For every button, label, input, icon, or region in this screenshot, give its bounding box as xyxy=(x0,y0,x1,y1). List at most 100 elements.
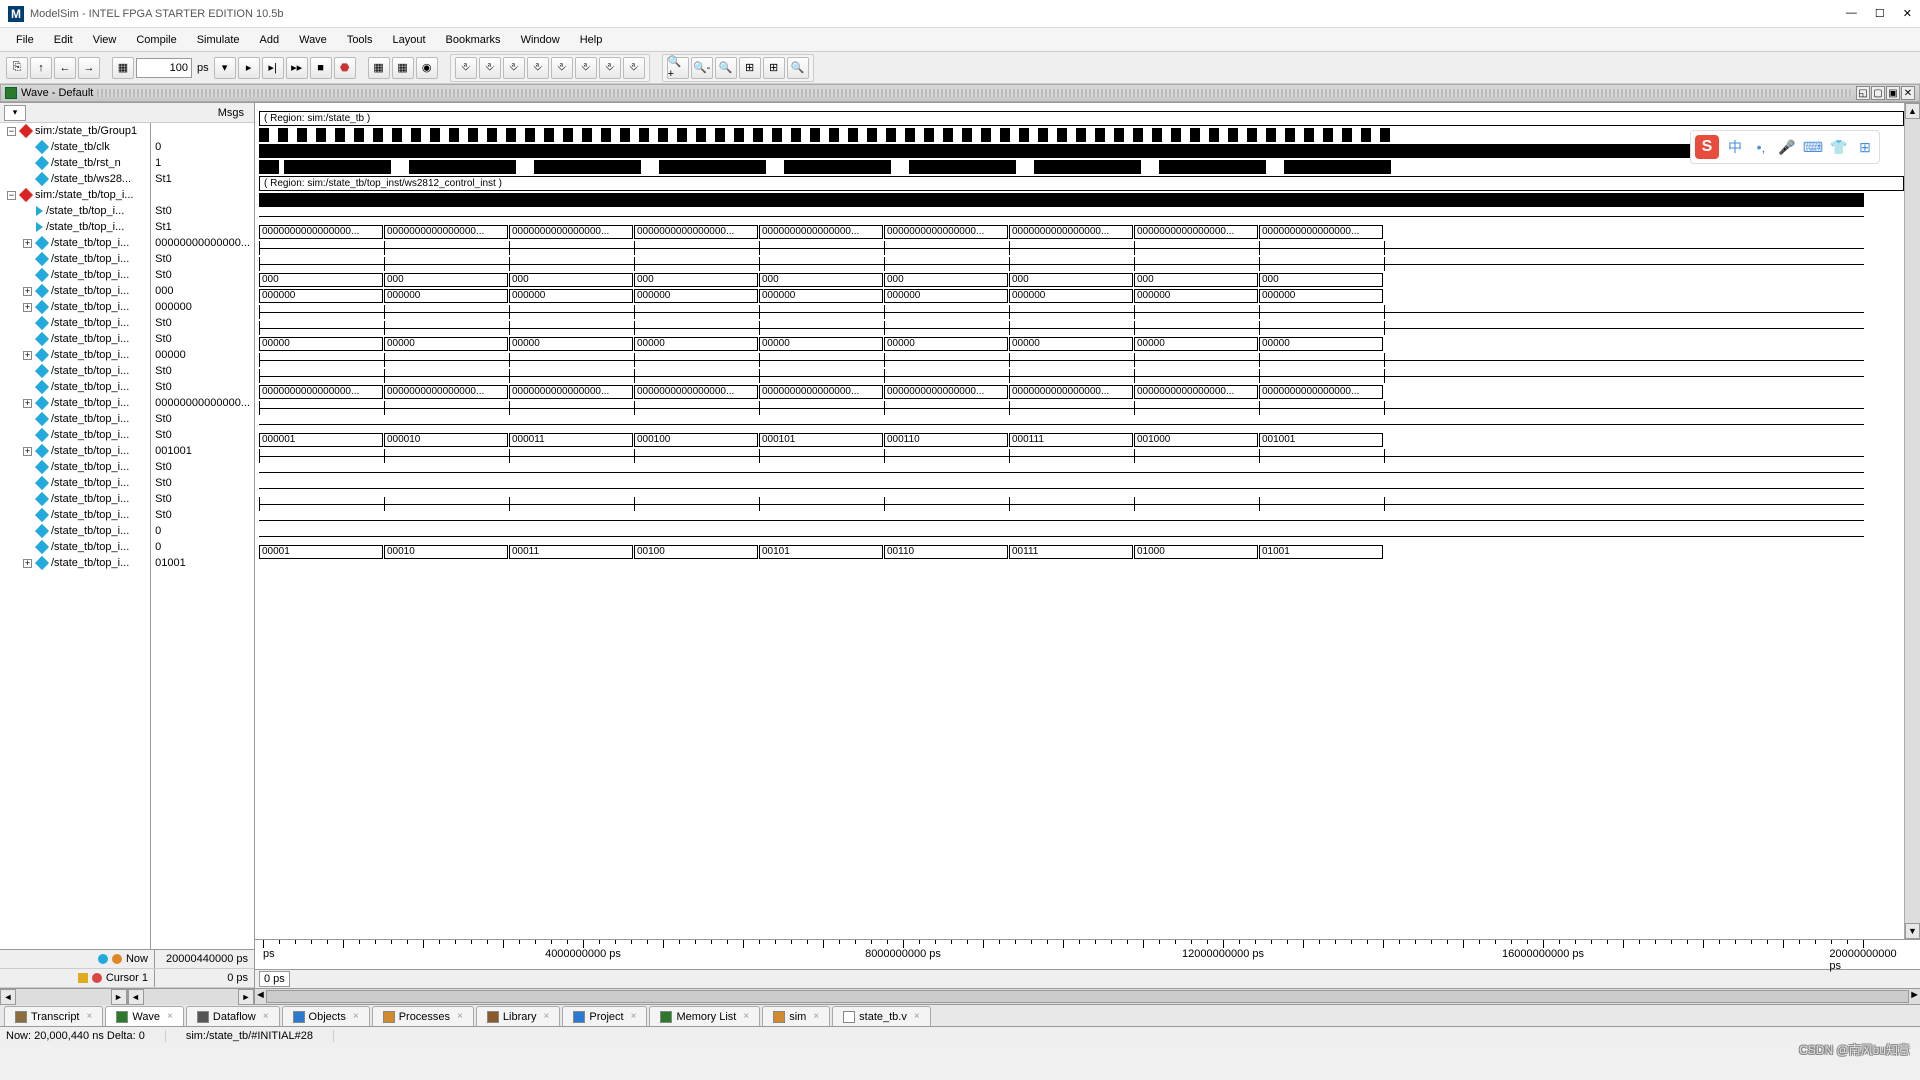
signal-row[interactable]: /state_tb/top_i... xyxy=(0,331,150,347)
toolbar-btn[interactable]: ▦ xyxy=(392,57,414,79)
vertical-scrollbar[interactable]: ▲▼ xyxy=(1904,103,1920,939)
run-all-button[interactable]: ▸▸ xyxy=(286,57,308,79)
toolbar-btn[interactable]: ⎘ xyxy=(6,57,28,79)
signal-row[interactable]: /state_tb/top_i... xyxy=(0,459,150,475)
menu-tools[interactable]: Tools xyxy=(337,31,383,49)
zoom-in-icon[interactable]: 🔍+ xyxy=(667,57,689,79)
tab-sim[interactable]: sim× xyxy=(762,1006,830,1026)
zoom-btn[interactable]: ⊞ xyxy=(739,57,761,79)
signal-dropdown[interactable]: ▾ xyxy=(4,105,26,121)
signal-row[interactable]: +/state_tb/top_i... xyxy=(0,283,150,299)
nav-back-button[interactable]: ← xyxy=(54,57,76,79)
tab-close-icon[interactable]: × xyxy=(631,1011,637,1022)
zoom-full-icon[interactable]: 🔍 xyxy=(715,57,737,79)
tab-state_tb.v[interactable]: state_tb.v× xyxy=(832,1006,931,1026)
tab-objects[interactable]: Objects× xyxy=(282,1006,370,1026)
signal-row[interactable]: /state_tb/rst_n xyxy=(0,155,150,171)
signal-row[interactable]: +/state_tb/top_i... xyxy=(0,395,150,411)
menu-bookmarks[interactable]: Bookmarks xyxy=(436,31,511,49)
signal-row[interactable]: /state_tb/top_i... xyxy=(0,507,150,523)
tab-close-icon[interactable]: × xyxy=(914,1011,920,1022)
scroll-right-button[interactable]: ► xyxy=(111,989,127,1005)
menu-add[interactable]: Add xyxy=(250,31,290,49)
step-button[interactable]: ▸| xyxy=(262,57,284,79)
signal-row[interactable]: +/state_tb/top_i... xyxy=(0,299,150,315)
tab-close-icon[interactable]: × xyxy=(743,1011,749,1022)
signal-row[interactable]: /state_tb/ws28... xyxy=(0,171,150,187)
tab-close-icon[interactable]: × xyxy=(263,1011,269,1022)
cursor-btn[interactable]: ⎀ xyxy=(527,57,549,79)
waveform-area[interactable]: ▲▼ ( Region: sim:/state_tb )( Region: si… xyxy=(255,103,1920,939)
nav-up-button[interactable]: ↑ xyxy=(30,57,52,79)
tab-close-icon[interactable]: × xyxy=(167,1011,173,1022)
signal-row[interactable]: /state_tb/top_i... xyxy=(0,379,150,395)
menu-compile[interactable]: Compile xyxy=(126,31,186,49)
signal-row[interactable]: +/state_tb/top_i... xyxy=(0,347,150,363)
ime-toolbox-icon[interactable]: ⊞ xyxy=(1855,137,1875,157)
cursor-btn[interactable]: ⎀ xyxy=(599,57,621,79)
expand-icon[interactable]: + xyxy=(23,239,32,248)
time-dropdown[interactable]: ▾ xyxy=(214,57,236,79)
panel-btn[interactable]: ▣ xyxy=(1886,86,1900,100)
signal-row[interactable]: /state_tb/top_i... xyxy=(0,315,150,331)
zoom-out-icon[interactable]: 🔍- xyxy=(691,57,713,79)
panel-close-button[interactable]: ✕ xyxy=(1901,86,1915,100)
ime-punct-icon[interactable]: •, xyxy=(1751,137,1771,157)
signal-row[interactable]: /state_tb/top_i... xyxy=(0,491,150,507)
scroll-right-button[interactable]: ► xyxy=(238,989,254,1005)
cursor-btn[interactable]: ⎀ xyxy=(623,57,645,79)
expand-icon[interactable]: + xyxy=(23,351,32,360)
minimize-button[interactable]: — xyxy=(1846,7,1857,20)
ime-lang-icon[interactable]: 中 xyxy=(1725,137,1745,157)
cursor-btn[interactable]: ⎀ xyxy=(575,57,597,79)
expand-icon[interactable]: − xyxy=(7,127,16,136)
ime-skin-icon[interactable]: 👕 xyxy=(1829,137,1849,157)
toolbar-btn[interactable]: ◉ xyxy=(416,57,438,79)
tab-project[interactable]: Project× xyxy=(562,1006,647,1026)
menu-window[interactable]: Window xyxy=(511,31,570,49)
cursor-btn[interactable]: ⎀ xyxy=(479,57,501,79)
signal-row[interactable]: /state_tb/top_i... xyxy=(0,203,150,219)
signal-row[interactable]: /state_tb/top_i... xyxy=(0,539,150,555)
maximize-button[interactable]: ☐ xyxy=(1875,7,1885,20)
menu-layout[interactable]: Layout xyxy=(383,31,436,49)
signal-row[interactable]: /state_tb/top_i... xyxy=(0,411,150,427)
stop-icon[interactable]: ⬣ xyxy=(334,57,356,79)
signal-tree[interactable]: −sim:/state_tb/Group1/state_tb/clk/state… xyxy=(0,123,151,949)
zoom-btn[interactable]: 🔍 xyxy=(787,57,809,79)
expand-icon[interactable]: + xyxy=(23,559,32,568)
signal-row[interactable]: /state_tb/clk xyxy=(0,139,150,155)
tab-close-icon[interactable]: × xyxy=(544,1011,550,1022)
signal-row[interactable]: /state_tb/top_i... xyxy=(0,219,150,235)
menu-simulate[interactable]: Simulate xyxy=(187,31,250,49)
tab-dataflow[interactable]: Dataflow× xyxy=(186,1006,280,1026)
scroll-left-button[interactable]: ◄ xyxy=(128,989,144,1005)
tab-transcript[interactable]: Transcript× xyxy=(4,1006,103,1026)
expand-icon[interactable]: + xyxy=(23,399,32,408)
tab-processes[interactable]: Processes× xyxy=(372,1006,474,1026)
signal-row[interactable]: /state_tb/top_i... xyxy=(0,523,150,539)
signal-row[interactable]: /state_tb/top_i... xyxy=(0,267,150,283)
tab-wave[interactable]: Wave× xyxy=(105,1006,184,1026)
tab-library[interactable]: Library× xyxy=(476,1006,560,1026)
tab-close-icon[interactable]: × xyxy=(87,1011,93,1022)
signal-row[interactable]: +/state_tb/top_i... xyxy=(0,555,150,571)
toolbar-btn[interactable]: ▦ xyxy=(112,57,134,79)
toolbar-btn[interactable]: ▦ xyxy=(368,57,390,79)
zoom-btn[interactable]: ⊞ xyxy=(763,57,785,79)
expand-icon[interactable]: + xyxy=(23,303,32,312)
expand-icon[interactable]: + xyxy=(23,287,32,296)
run-time-input[interactable] xyxy=(136,58,192,78)
sogou-logo-icon[interactable]: S xyxy=(1695,135,1719,159)
signal-row[interactable]: −sim:/state_tb/Group1 xyxy=(0,123,150,139)
tab-memory-list[interactable]: Memory List× xyxy=(649,1006,760,1026)
run-button[interactable]: ▸ xyxy=(238,57,260,79)
ime-toolbar[interactable]: S 中 •, 🎤 ⌨ 👕 ⊞ xyxy=(1690,130,1880,164)
menu-help[interactable]: Help xyxy=(570,31,613,49)
signal-row[interactable]: +/state_tb/top_i... xyxy=(0,235,150,251)
menu-edit[interactable]: Edit xyxy=(44,31,83,49)
nav-fwd-button[interactable]: → xyxy=(78,57,100,79)
signal-row[interactable]: −sim:/state_tb/top_i... xyxy=(0,187,150,203)
expand-icon[interactable]: − xyxy=(7,191,16,200)
menu-view[interactable]: View xyxy=(83,31,127,49)
